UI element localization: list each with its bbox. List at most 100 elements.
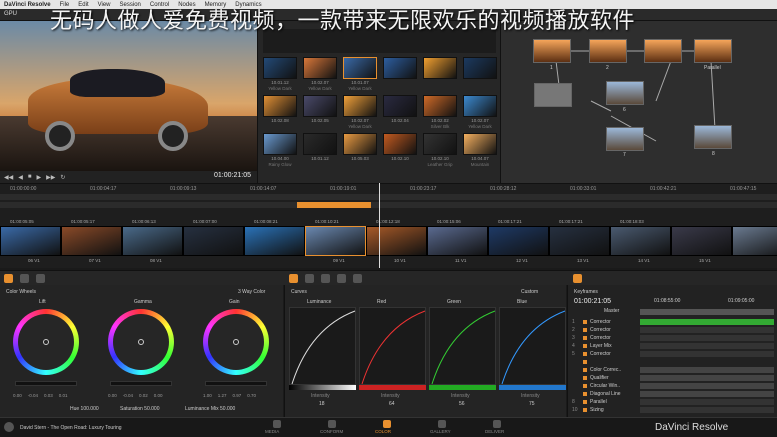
fast-forward-icon[interactable]: ▶▶ <box>46 174 55 181</box>
clip-thumbnail[interactable] <box>343 133 377 155</box>
timeline-clip[interactable] <box>244 226 305 256</box>
wheel-mode-select[interactable]: 3 Way Color <box>238 289 265 295</box>
keyframe-track[interactable] <box>640 343 774 349</box>
node-1[interactable] <box>533 39 571 63</box>
page-color-tab[interactable]: COLOR <box>375 429 391 434</box>
page-gallery-tab[interactable]: GALLERY <box>430 429 451 434</box>
page-color-icon[interactable] <box>383 420 391 428</box>
clip-thumbnail[interactable] <box>463 133 497 155</box>
keyframe-track[interactable] <box>640 383 774 389</box>
curves-icon[interactable] <box>289 274 298 283</box>
curves-mode-select[interactable]: Custom <box>521 289 538 295</box>
node-4[interactable] <box>606 81 644 105</box>
node-3[interactable] <box>644 39 682 63</box>
app-menu[interactable]: DaVinci Resolve <box>4 2 51 8</box>
tracker-icon[interactable] <box>337 274 346 283</box>
blur-icon[interactable] <box>353 274 362 283</box>
page-media-icon[interactable] <box>273 420 281 428</box>
wheel-handle[interactable] <box>43 339 49 345</box>
color-wheel-lift[interactable] <box>13 309 79 375</box>
keyframes-icon[interactable] <box>573 274 582 283</box>
color-icon[interactable] <box>4 274 13 283</box>
page-conform-tab[interactable]: CONFORM <box>320 429 343 434</box>
node-parallel[interactable] <box>694 39 732 63</box>
clip-thumbnail[interactable] <box>423 133 457 155</box>
curve-graph-blue[interactable] <box>499 307 566 385</box>
wheel-slider[interactable] <box>15 381 77 386</box>
timeline[interactable]: 01:00:00:00 01:00:04:17 01:00:09:13 01:00:1… <box>0 183 777 268</box>
keyframe-track[interactable] <box>640 327 774 333</box>
timeline-clip[interactable] <box>366 226 427 256</box>
page-media-tab[interactable]: MEDIA <box>265 429 279 434</box>
clip-thumbnail[interactable] <box>303 57 337 79</box>
stop-icon[interactable]: ■ <box>28 174 32 180</box>
curve-graph-green[interactable] <box>429 307 496 385</box>
keyframe-track[interactable] <box>640 367 774 373</box>
page-deliver-tab[interactable]: DELIVER <box>485 429 504 434</box>
rewind-icon[interactable]: ◀◀ <box>4 174 13 181</box>
loop-icon[interactable]: ↻ <box>60 174 65 181</box>
node-layer[interactable] <box>534 83 572 107</box>
timeline-clip[interactable] <box>305 226 366 256</box>
selected-clip-bar[interactable] <box>297 202 371 208</box>
clip-thumbnail[interactable] <box>463 57 497 79</box>
wheel-slider[interactable] <box>205 381 267 386</box>
play-icon[interactable]: ▶ <box>36 174 41 181</box>
timeline-clip[interactable] <box>427 226 488 256</box>
curve-graph-luminance[interactable] <box>289 307 356 385</box>
timeline-clip[interactable] <box>549 226 610 256</box>
clip-thumbnail[interactable] <box>463 95 497 117</box>
clip-thumbnail[interactable] <box>343 95 377 117</box>
clip-thumbnail[interactable] <box>383 57 417 79</box>
color-wheel-gamma[interactable] <box>108 309 174 375</box>
clip-thumbnail[interactable] <box>303 133 337 155</box>
timeline-clip[interactable] <box>671 226 732 256</box>
keyframe-track[interactable] <box>640 319 774 325</box>
wheel-handle[interactable] <box>138 339 144 345</box>
wheel-slider[interactable] <box>110 381 172 386</box>
wheel-handle[interactable] <box>233 339 239 345</box>
video-viewer[interactable] <box>0 21 257 171</box>
keyframe-row[interactable] <box>572 358 772 366</box>
clip-thumbnail[interactable] <box>383 95 417 117</box>
timeline-clip[interactable] <box>122 226 183 256</box>
curve-intensity-bar[interactable] <box>429 385 496 390</box>
curve-intensity-bar[interactable] <box>289 385 356 390</box>
keyframe-master-bar[interactable] <box>640 309 774 315</box>
keyframe-track[interactable] <box>640 391 774 397</box>
keyframe-track[interactable] <box>640 351 774 357</box>
keyframe-track[interactable] <box>640 407 774 413</box>
timeline-clip[interactable] <box>61 226 122 256</box>
keyframe-track[interactable] <box>640 335 774 341</box>
page-gallery-icon[interactable] <box>438 420 446 428</box>
node-2[interactable] <box>589 39 627 63</box>
timeline-clip[interactable] <box>732 226 777 256</box>
clip-thumbnail[interactable] <box>263 95 297 117</box>
node-7[interactable] <box>606 127 644 151</box>
clip-thumbnail[interactable] <box>263 57 297 79</box>
eyedropper-icon[interactable] <box>36 274 45 283</box>
clip-thumbnail[interactable] <box>383 133 417 155</box>
clip-thumbnail[interactable] <box>303 95 337 117</box>
timeline-clip[interactable] <box>183 226 244 256</box>
curve-intensity-bar[interactable] <box>499 385 566 390</box>
page-conform-icon[interactable] <box>328 420 336 428</box>
keyframe-track[interactable] <box>640 375 774 381</box>
clip-thumbnail[interactable] <box>343 57 377 79</box>
timeline-clip[interactable] <box>610 226 671 256</box>
curve-intensity-bar[interactable] <box>359 385 426 390</box>
clip-thumbnail[interactable] <box>263 133 297 155</box>
clip-thumbnail[interactable] <box>423 57 457 79</box>
keyframe-track[interactable] <box>640 399 774 405</box>
grid-icon[interactable] <box>20 274 29 283</box>
curve-graph-red[interactable] <box>359 307 426 385</box>
node-8[interactable] <box>694 125 732 149</box>
qualifier-icon[interactable] <box>305 274 314 283</box>
timeline-clip[interactable] <box>488 226 549 256</box>
timeline-clip[interactable] <box>0 226 61 256</box>
color-wheel-gain[interactable] <box>203 309 269 375</box>
playhead[interactable] <box>379 183 380 268</box>
page-deliver-icon[interactable] <box>493 420 501 428</box>
window-icon[interactable] <box>321 274 330 283</box>
play-reverse-icon[interactable]: ◀ <box>18 174 23 181</box>
